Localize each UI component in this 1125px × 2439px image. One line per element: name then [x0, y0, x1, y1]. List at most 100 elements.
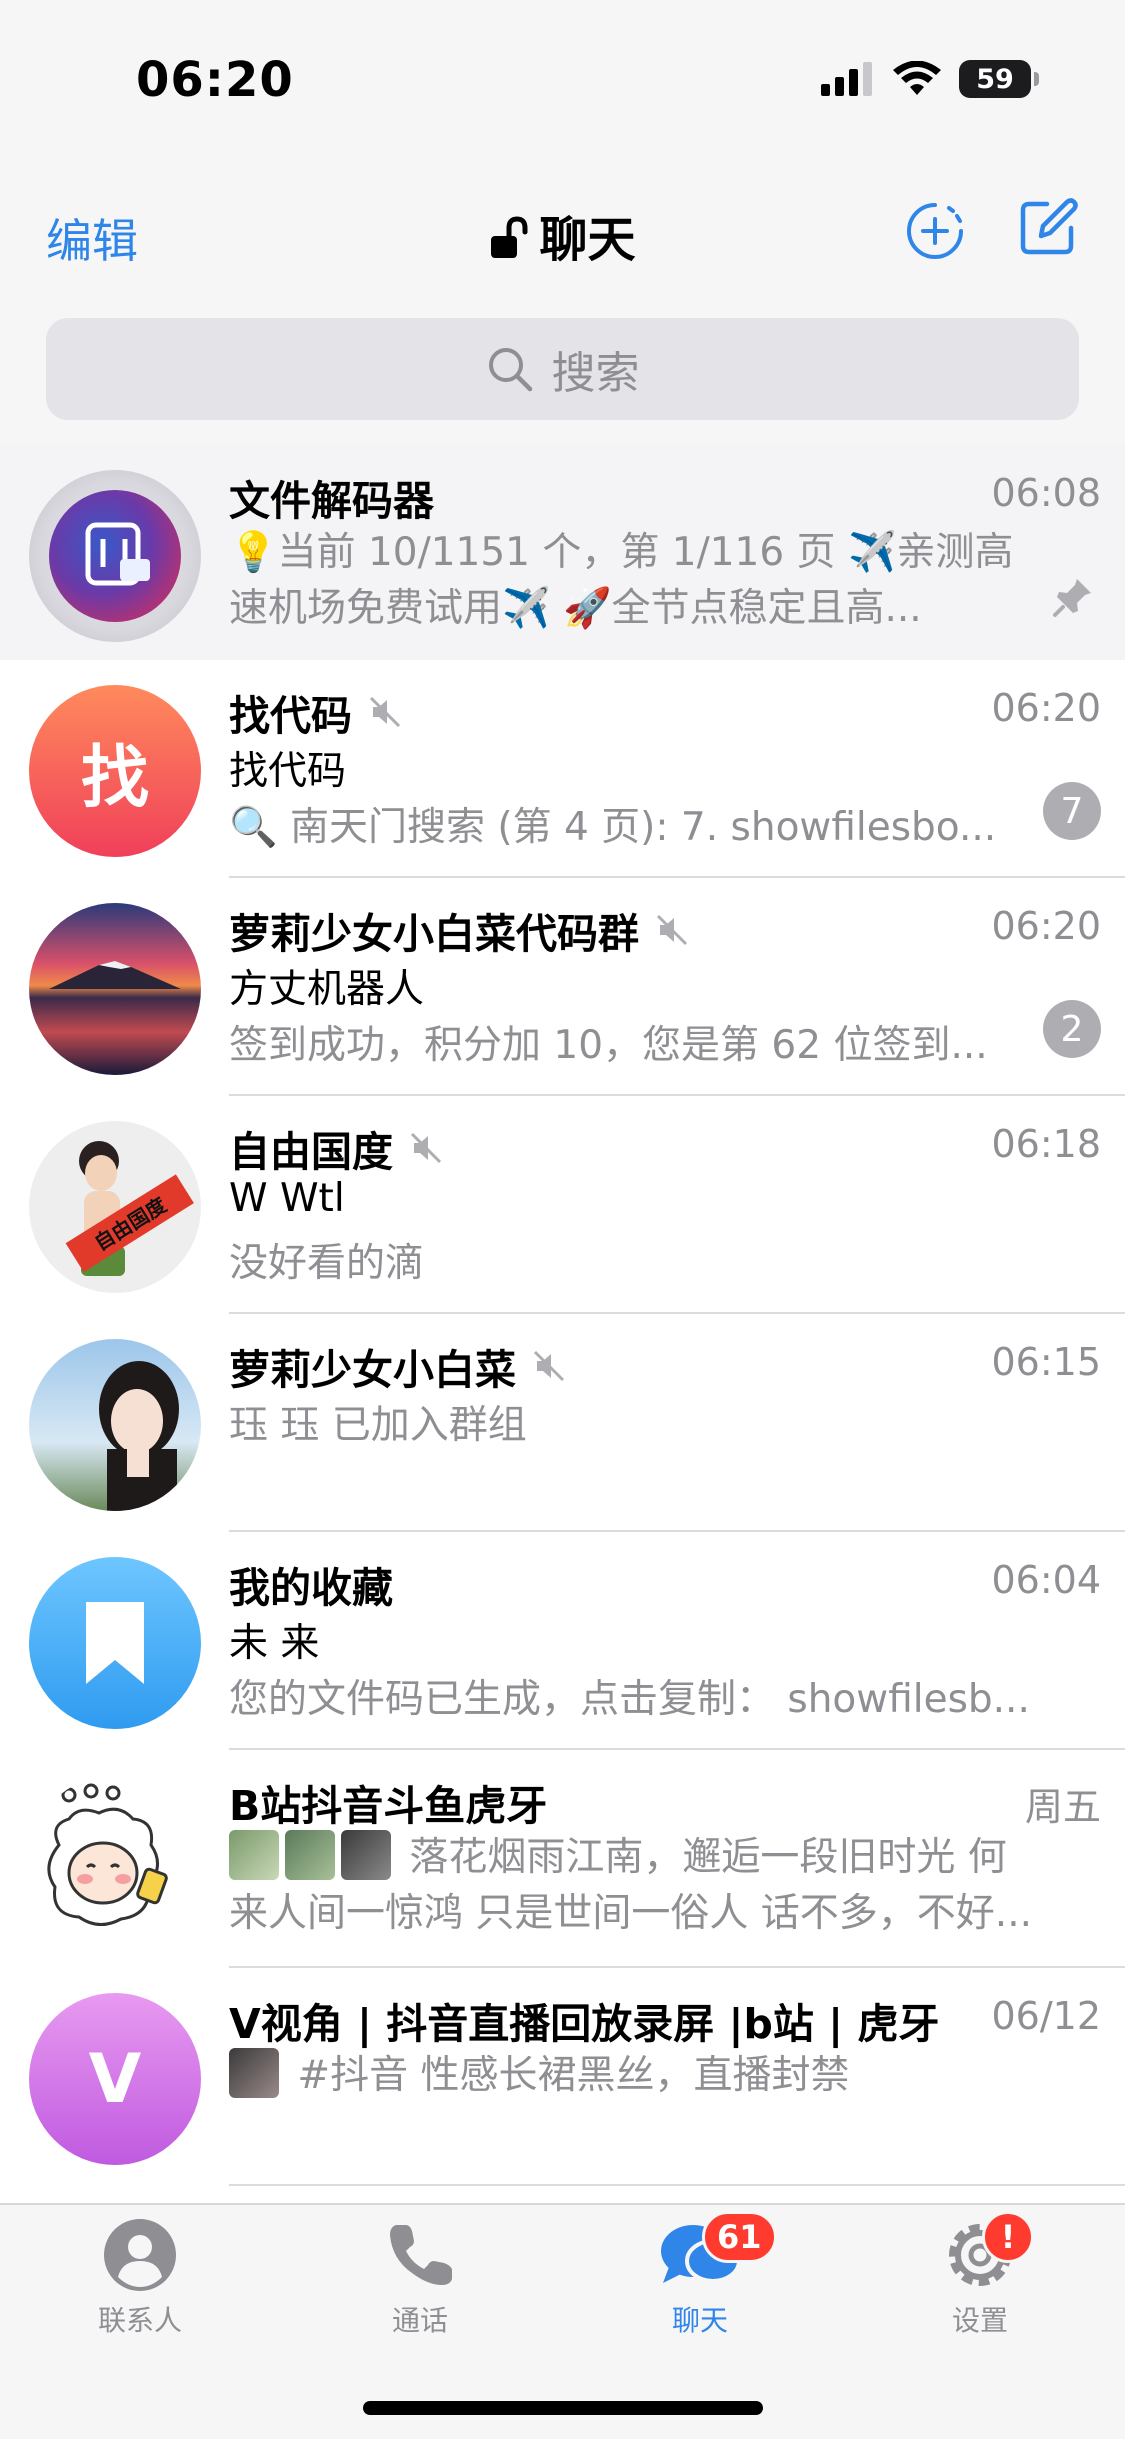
muted-icon [410, 1132, 442, 1164]
chats-unread-badge: 61 [702, 2211, 777, 2263]
avatar [29, 1339, 201, 1511]
preview-line: 速机场免费试用✈️ 🚀全节点稳定且高... [229, 586, 922, 631]
chat-row[interactable]: 萝莉少女小白菜代码群 06:20 方丈机器人 签到成功，积分加 10，您是第 6… [0, 878, 1125, 1096]
tab-label: 通话 [391, 2304, 448, 2337]
contacts-icon [104, 2219, 176, 2291]
tab-label: 设置 [951, 2304, 1008, 2337]
chat-name: 自由国度 [229, 1118, 443, 1178]
cartoon-sheep-avatar [47, 1783, 168, 1926]
preview-line: 来人间一惊鸿 只是世间一俗人 话不多，不好... [229, 1891, 1032, 1936]
chat-time: 周五 [1024, 1785, 1101, 1829]
tab-settings[interactable]: 设置 ! [880, 2211, 1080, 2339]
chat-name: V视角 | 抖音直播回放录屏 |b站 | 虎牙 [229, 1990, 939, 2050]
chat-name-text: B站抖音斗鱼虎牙 [229, 1782, 548, 1830]
avatar: 找 [29, 685, 201, 857]
chat-row[interactable]: 我的收藏 06:04 未 来 您的文件码已生成，点击复制： showfilesb… [0, 1532, 1125, 1750]
search-placeholder: 搜索 [551, 348, 640, 399]
avatar-letter: 找 [80, 738, 149, 818]
chat-name-text: 自由国度 [229, 1128, 393, 1176]
chat-preview: 签到成功，积分加 10，您是第 62 位签到... [229, 1023, 988, 1068]
chat-time: 06:04 [991, 1558, 1101, 1602]
muted-icon [369, 696, 401, 728]
chat-name: 文件解码器 [229, 467, 434, 527]
chat-name-text: 我的收藏 [229, 1564, 393, 1612]
avatar [29, 1775, 201, 1947]
girl-photo-image [99, 1361, 179, 1511]
wifi-icon [893, 61, 941, 95]
unread-badge: 2 [1043, 1000, 1101, 1058]
tab-contacts[interactable]: 联系人 [40, 2217, 240, 2339]
new-story-icon[interactable] [905, 201, 965, 261]
avatar-letter: V [88, 2039, 142, 2119]
pin-icon [1053, 579, 1091, 617]
chat-row[interactable]: 找 找代码 06:20 找代码 🔍 南天门搜索 (第 4 页): 7. show… [0, 660, 1125, 878]
chat-row[interactable]: 自由国度 自由国度 06:18 W Wtl 没好看的滴 [0, 1096, 1125, 1314]
compose-icon[interactable] [1017, 196, 1079, 258]
status-time: 06:20 [136, 52, 294, 108]
chat-name: 萝莉少女小白菜 [229, 1336, 566, 1396]
settings-alert-badge: ! [982, 2211, 1034, 2263]
chat-row[interactable]: V V视角 | 抖音直播回放录屏 |b站 | 虎牙 06/12 #抖音 性感长裙… [0, 1968, 1125, 2186]
tab-label: 聊天 [671, 2304, 728, 2337]
home-indicator [363, 2401, 763, 2415]
phone-icon [390, 2225, 452, 2285]
chat-time: 06:20 [991, 904, 1101, 948]
search-icon [488, 348, 532, 392]
chat-list: 文件解码器 06:08 💡当前 10/1151 个，第 1/116 页 ✈️亲测… [0, 445, 1125, 2186]
cellular-signal-icon [821, 62, 872, 96]
bookmark-icon [86, 1602, 144, 1684]
chat-name-text: 萝莉少女小白菜代码群 [229, 910, 639, 958]
chat-preview: 💡当前 10/1151 个，第 1/116 页 ✈️亲测高 速机场免费试用✈️ … [229, 525, 1045, 637]
chat-preview: 🔍 南天门搜索 (第 4 页): 7. showfilesbo... [229, 805, 997, 850]
freedom-avatar-image: 自由国度 [65, 1141, 194, 1276]
status-icons: 59 [821, 60, 1039, 98]
video-thumbnail [229, 2048, 279, 2098]
unlocked-icon [491, 216, 528, 258]
chat-time: 06:20 [991, 686, 1101, 730]
chat-time: 06:15 [991, 1340, 1101, 1384]
avatar [29, 903, 201, 1075]
preview-line: 落花烟雨江南，邂逅一段旧时光 何 [229, 1830, 1101, 1886]
muted-icon [656, 914, 688, 946]
chat-name-text: 找代码 [229, 692, 352, 740]
chat-preview: 落花烟雨江南，邂逅一段旧时光 何 来人间一惊鸿 只是世间一俗人 话不多，不好..… [229, 1830, 1101, 1942]
muted-icon [533, 1350, 565, 1382]
chat-preview: 珏 珏 已加入群组 [229, 1403, 527, 1448]
chat-row[interactable]: 萝莉少女小白菜 06:15 珏 珏 已加入群组 [0, 1314, 1125, 1532]
preview-text: 落花烟雨江南，邂逅一段旧时光 何 [409, 1835, 1007, 1880]
chat-sender: 未 来 [229, 1621, 320, 1666]
chat-sender: 方丈机器人 [229, 967, 425, 1012]
chat-sender: 找代码 [229, 749, 347, 794]
chat-time: 06:18 [991, 1122, 1101, 1166]
chat-time: 06/12 [991, 1994, 1101, 2038]
chat-name: B站抖音斗鱼虎牙 [229, 1772, 547, 1832]
chat-name: 萝莉少女小白菜代码群 [229, 900, 689, 960]
chat-name-text: 萝莉少女小白菜 [229, 1346, 516, 1394]
media-thumbnail [341, 1830, 391, 1880]
tab-label: 联系人 [97, 2304, 182, 2337]
chat-row[interactable]: B站抖音斗鱼虎牙 周五 落花烟雨江南，邂逅一段旧时光 何 来人间一惊鸿 只是世间… [0, 1750, 1125, 1968]
avatar: 自由国度 [29, 1121, 201, 1293]
chat-sender: W Wtl [229, 1176, 345, 1221]
search-input[interactable]: 搜索 [46, 318, 1079, 420]
chat-name-text: V视角 | 抖音直播回放录屏 |b站 | 虎牙 [229, 2000, 940, 2048]
chat-name-text: 文件解码器 [229, 477, 434, 525]
header: 06:20 59 编辑 聊天 搜索 [0, 0, 1125, 445]
tab-calls[interactable]: 通话 [320, 2217, 520, 2339]
chat-row[interactable]: 文件解码器 06:08 💡当前 10/1151 个，第 1/116 页 ✈️亲测… [0, 445, 1125, 660]
divider [229, 2184, 1125, 2186]
battery-icon: 59 [959, 60, 1039, 98]
media-thumbnail [229, 1830, 279, 1880]
chat-time: 06:08 [991, 471, 1101, 515]
chat-preview: 没好看的滴 [229, 1241, 425, 1286]
avatar: V [29, 1993, 201, 2165]
chat-name: 我的收藏 [229, 1554, 393, 1614]
chat-name: 找代码 [229, 682, 402, 742]
page-title-text: 聊天 [539, 212, 636, 268]
file-decoder-logo [49, 490, 181, 622]
chat-preview: 您的文件码已生成，点击复制： showfilesb... [229, 1677, 1030, 1722]
tab-chats[interactable]: 聊天 61 [600, 2211, 800, 2339]
avatar [29, 470, 201, 642]
mountain-lake-image [49, 961, 181, 989]
unread-badge: 7 [1043, 782, 1101, 840]
